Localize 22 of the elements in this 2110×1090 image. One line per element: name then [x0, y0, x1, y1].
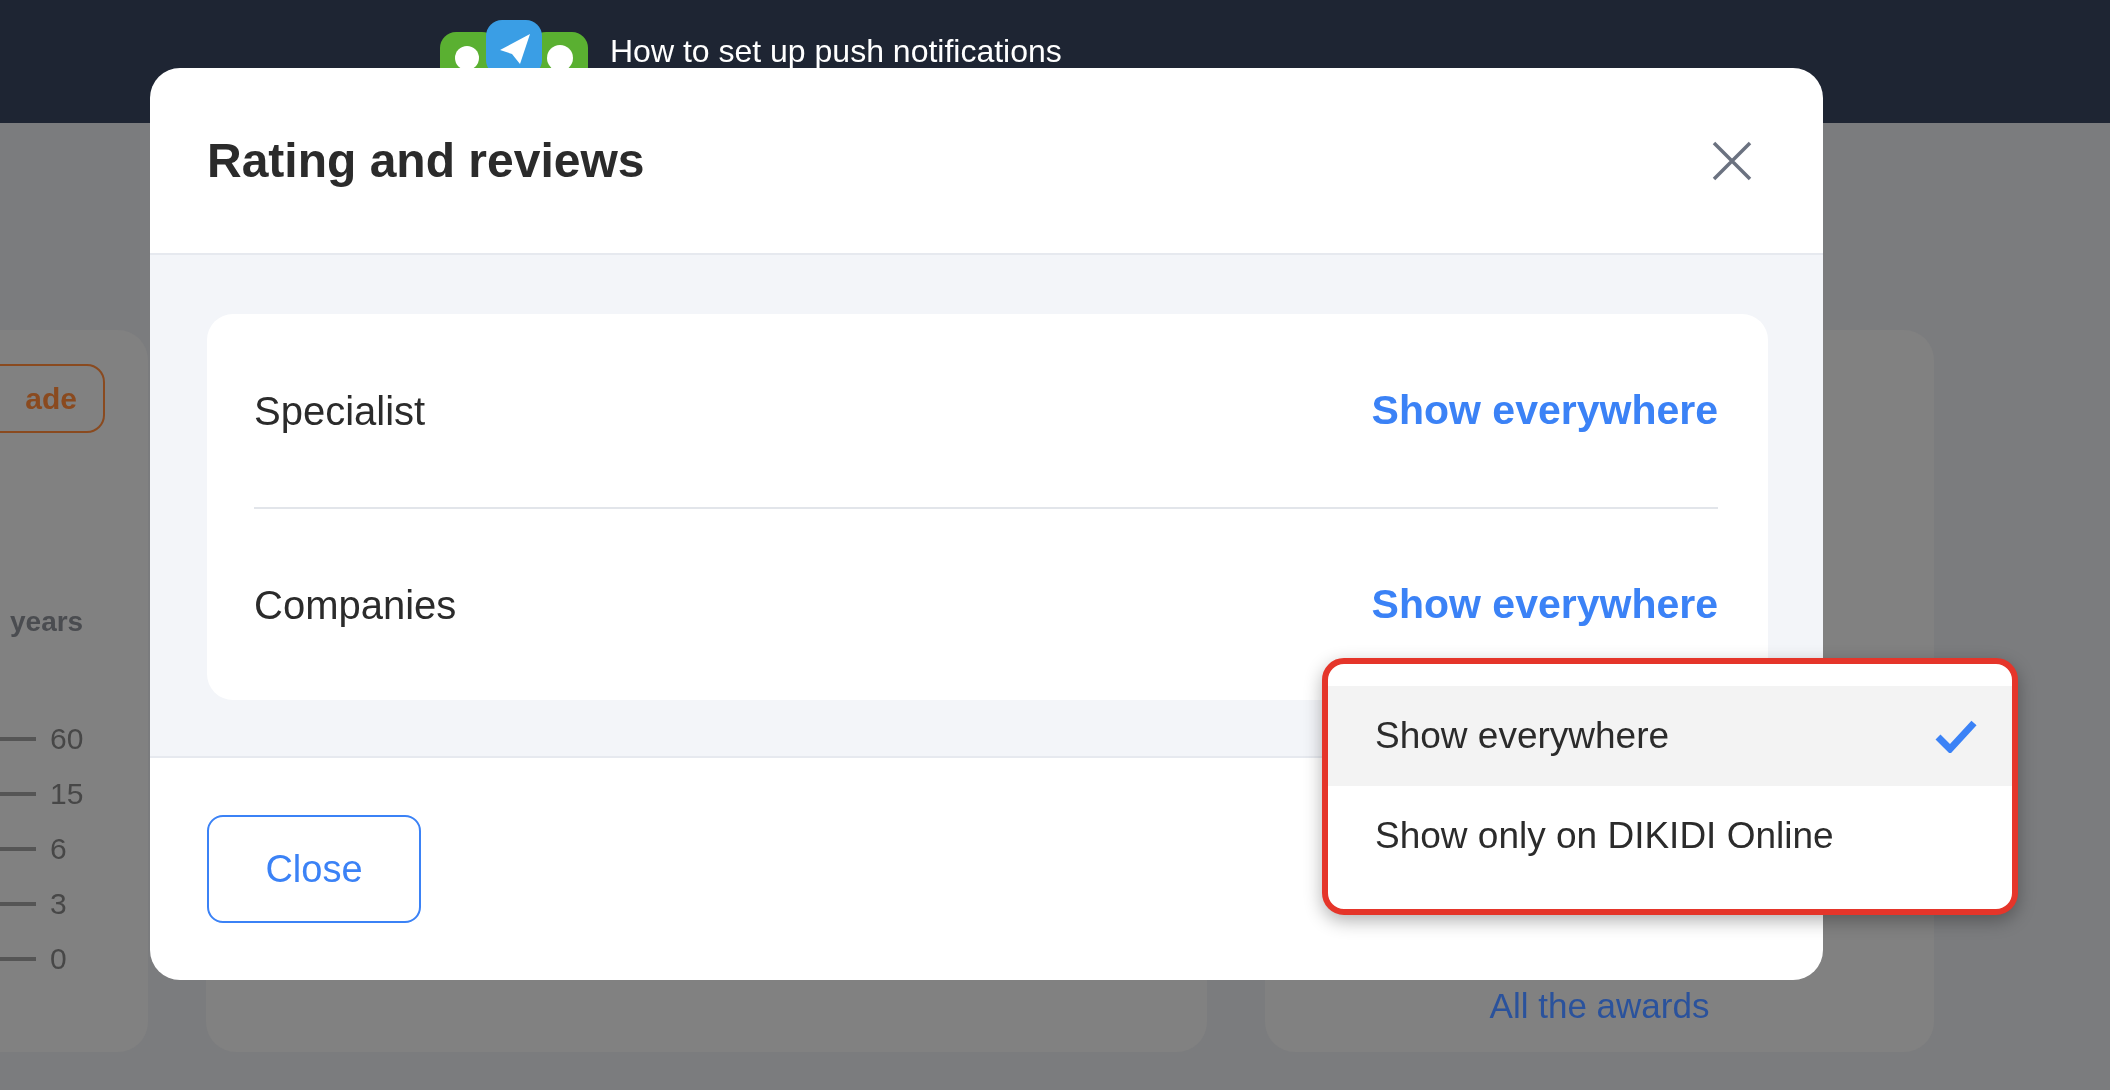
- tick-mark: [0, 736, 36, 741]
- setting-value-link[interactable]: Show everywhere: [1371, 574, 1718, 636]
- setting-label: Companies: [254, 581, 457, 629]
- axis-tick-label: 60: [50, 721, 84, 757]
- axis-tick-label: 15: [50, 776, 84, 812]
- dropdown-option[interactable]: Show everywhere: [1328, 686, 2012, 786]
- setting-label: Specialist: [254, 387, 426, 435]
- axis-tick-label: 3: [50, 886, 67, 922]
- tick-mark: [0, 846, 36, 851]
- awards-link[interactable]: All the awards: [1489, 986, 1710, 1026]
- tick-mark: [0, 956, 36, 961]
- tick-mark: [0, 791, 36, 796]
- check-icon: [1935, 719, 1977, 753]
- close-button[interactable]: Close: [207, 815, 421, 923]
- axis-tick-label: 0: [50, 941, 67, 977]
- close-icon[interactable]: [1712, 140, 1752, 181]
- tick-mark: [0, 901, 36, 906]
- setting-value-link[interactable]: Show everywhere: [1371, 380, 1718, 442]
- dropdown-option[interactable]: Show only on DIKIDI Online: [1328, 786, 2012, 886]
- axis-tick-label: 6: [50, 831, 67, 867]
- modal-title: Rating and reviews: [207, 132, 645, 189]
- notification-title[interactable]: How to set up push notifications: [610, 32, 1062, 70]
